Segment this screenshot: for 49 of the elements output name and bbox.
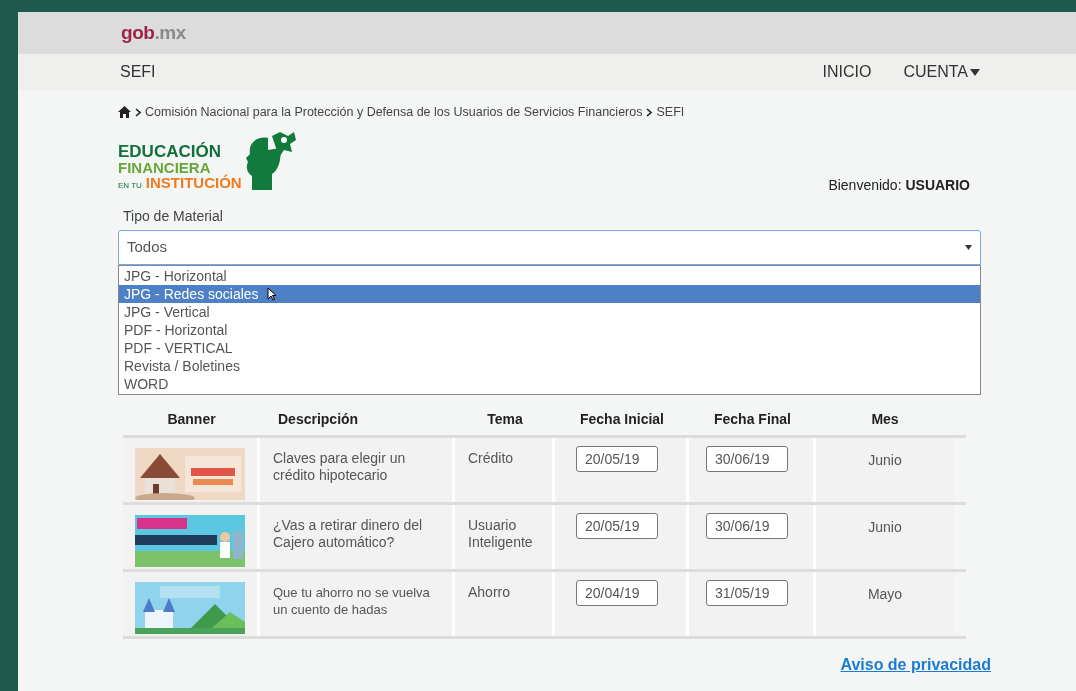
column-header: Fecha Final [714, 410, 791, 430]
date-field[interactable]: 20/05/19 [576, 445, 658, 472]
column-header: Tema [487, 410, 523, 430]
date-field[interactable]: 20/05/19 [576, 512, 658, 539]
nav-link[interactable]: INICIO [822, 60, 872, 84]
dropdown-option[interactable]: PDF - VERTICAL [119, 338, 980, 357]
date-field[interactable]: 31/05/19 [706, 579, 788, 606]
caret-icon [965, 244, 972, 250]
welcome-text: Bienvenido: USUARIO [828, 175, 970, 195]
date-field[interactable]: 30/06/19 [706, 512, 788, 539]
gob-logo[interactable]: gob.mx [121, 18, 186, 48]
column-header: Banner [167, 410, 216, 430]
logo-text: EDUCACIÓN [118, 142, 222, 160]
month-text: Mayo [867, 584, 903, 601]
month-text: Junio [868, 450, 902, 467]
description-text: ¿Vas a retirar dinero del Cajero automático? [273, 516, 424, 551]
dropdown-option[interactable]: JPG - Vertical [119, 302, 980, 321]
logo-text: EN TU [118, 181, 142, 190]
dropdown-option[interactable]: PDF - Horizontal [119, 320, 980, 339]
home-icon[interactable] [118, 106, 131, 119]
month-text: Junio [868, 517, 902, 534]
chevron-icon [646, 107, 653, 117]
nav-link[interactable]: CUENTA [903, 60, 980, 84]
dropdown-option[interactable]: JPG - Redes sociales [119, 284, 980, 303]
material-select[interactable]: Todos [118, 229, 981, 265]
column-header: Fecha Inicial [579, 410, 664, 430]
field-label: Tipo de Material [123, 206, 224, 226]
head-puzzle-icon [245, 129, 296, 190]
topic-text: Usuario Inteligente [468, 516, 534, 551]
dropdown-option[interactable]: JPG - Horizontal [119, 266, 980, 285]
cursor-icon [266, 286, 277, 301]
breadcrumb-link[interactable]: Comisión Nacional para la Protección y Defensa de los Usuarios de Servicios Financieros [145, 103, 643, 122]
dropdown-option[interactable]: Revista / Boletines [119, 356, 980, 375]
description-text: Que tu ahorro no se vuelva un cuento de hadas [273, 583, 431, 618]
privacy-link[interactable]: Aviso de privacidad [840, 652, 991, 677]
date-field[interactable]: 30/06/19 [706, 445, 788, 472]
caret-icon [970, 68, 980, 76]
logo-text: INSTITUCIÓN [145, 174, 242, 190]
nav-brand[interactable]: SEFI [120, 60, 156, 84]
topic-text: Crédito [468, 449, 515, 467]
date-field[interactable]: 20/04/19 [576, 579, 658, 606]
description-text: Claves para elegir un crédito hipotecario [273, 449, 407, 484]
dropdown-option[interactable]: WORD [119, 374, 980, 393]
topic-text: Ahorro [468, 583, 512, 601]
breadcrumb-link[interactable]: SEFI [656, 103, 685, 122]
logo-text: FINANCIERA [118, 159, 211, 175]
column-header: Descripción [278, 410, 359, 430]
column-header: Mes [871, 410, 899, 430]
chevron-icon [135, 107, 141, 117]
